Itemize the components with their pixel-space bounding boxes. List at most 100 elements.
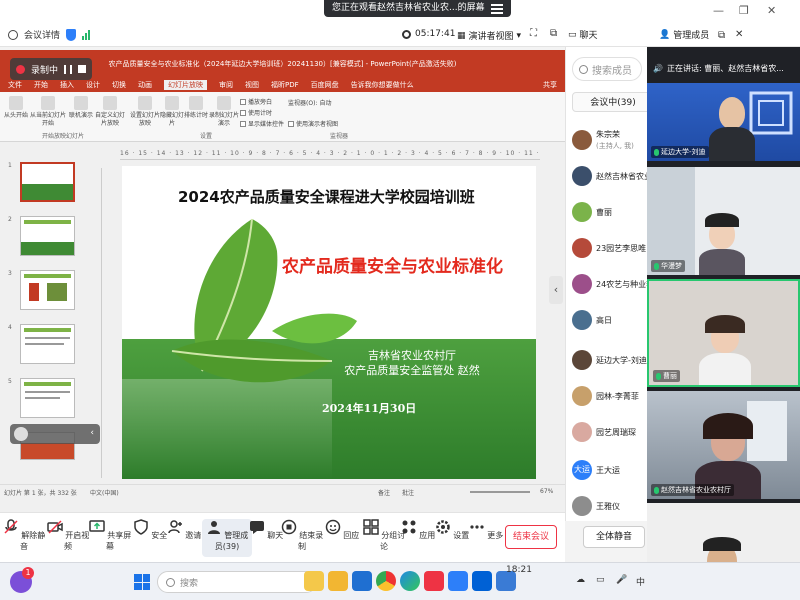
invite-button[interactable]: 邀请	[162, 519, 206, 541]
slide-thumbnail-5[interactable]	[20, 378, 75, 418]
tencent-meeting-icon[interactable]	[472, 571, 492, 591]
tell-me-box[interactable]: 告诉我你想要做什么	[351, 80, 414, 90]
more-button[interactable]: 更多	[464, 519, 508, 541]
participant-row[interactable]: 园林-李菁菲	[572, 381, 652, 411]
participant-row[interactable]: 园艺周瑞琛	[572, 417, 652, 447]
store-icon[interactable]	[352, 571, 372, 591]
video-tile[interactable]: 赵然吉林省农业农村厅	[647, 391, 800, 499]
chevron-left-icon[interactable]: ‹	[90, 428, 94, 438]
ppt-share-button[interactable]: 共享	[543, 80, 557, 90]
network-signal-icon[interactable]	[82, 29, 91, 40]
edge-icon[interactable]	[400, 571, 420, 591]
windows-start-icon[interactable]	[134, 574, 150, 590]
from-current-button[interactable]: 从当前幻灯片开始	[28, 96, 68, 128]
photos-icon[interactable]	[448, 571, 468, 591]
pin-icon[interactable]: ⧉	[550, 28, 557, 39]
floating-video-pill[interactable]: ‹	[10, 424, 100, 444]
video-tile[interactable]: 延边大学-刘迪	[647, 83, 800, 161]
ribbon-tab[interactable]: 切换	[112, 80, 126, 90]
zoom-level[interactable]: 67%	[540, 488, 553, 495]
monitor-select[interactable]: 监视器(O): 自动	[288, 98, 331, 107]
close-icon[interactable]: ✕	[767, 4, 776, 17]
presenter-view-check[interactable]: 使用演示者视图	[288, 119, 338, 128]
comments-button[interactable]: 批注	[402, 488, 414, 497]
minimize-icon[interactable]: —	[713, 4, 724, 17]
taskbar-search-input[interactable]: 搜索	[157, 571, 317, 593]
rehearse-button[interactable]: 排练计时	[184, 96, 208, 120]
slide-thumbnail-1[interactable]	[20, 162, 75, 202]
ribbon-tab[interactable]: 插入	[60, 80, 74, 90]
popout-icon[interactable]: ⧉	[718, 30, 725, 41]
slide-thumbnail-2[interactable]	[20, 216, 75, 256]
screen-share-banner[interactable]: 您正在观看赵然吉林省农业农...的屏幕	[324, 0, 511, 17]
ribbon-tab[interactable]: 福昕PDF	[271, 80, 299, 90]
zoom-slider[interactable]	[470, 491, 530, 493]
person-body	[699, 353, 751, 385]
windows-taskbar: 1 搜索 18:21 ☁ ▭ 🎤 中	[0, 562, 800, 600]
slide-thumbnail-4[interactable]	[20, 324, 75, 364]
ribbon-tab[interactable]: 视图	[245, 80, 259, 90]
ribbon-tab[interactable]: 开始	[34, 80, 48, 90]
participant-row[interactable]: 23园艺李思唯	[572, 233, 652, 263]
ime-indicator[interactable]: 中	[636, 575, 645, 588]
security-shield-icon[interactable]	[66, 28, 77, 41]
file-explorer-icon[interactable]	[328, 571, 348, 591]
notes-button[interactable]: 备注	[378, 488, 390, 497]
setup-show-button[interactable]: 设置幻灯片放映	[130, 96, 160, 128]
view-mode-dropdown[interactable]: ▦ 演讲者视图 ▾	[457, 29, 521, 43]
start-video-button[interactable]: 开启视频	[46, 519, 90, 552]
member-search-input[interactable]: 搜索成员	[572, 57, 642, 81]
stop-icon[interactable]	[78, 65, 87, 73]
cloud-icon[interactable]: ☁	[576, 575, 585, 585]
ribbon-tab[interactable]: 文件	[8, 80, 22, 90]
ribbon-tab[interactable]: 审阅	[219, 80, 233, 90]
wps-icon[interactable]	[424, 571, 444, 591]
monitor-icon[interactable]: ▭	[596, 575, 605, 585]
participant-row[interactable]: 大运 王大运	[572, 455, 652, 485]
taskbar-time[interactable]: 18:21	[506, 565, 532, 575]
participant-row[interactable]: 高日	[572, 305, 652, 335]
panel-close-icon[interactable]: ✕	[735, 29, 743, 40]
participant-row[interactable]: 延边大学-刘迪	[572, 345, 652, 375]
unmute-button[interactable]: 解除静音	[2, 519, 46, 552]
show-media-check[interactable]: 显示媒体控件	[240, 119, 284, 128]
pause-icon[interactable]	[64, 64, 73, 74]
video-tile-active-speaker[interactable]: 曹丽	[647, 279, 800, 387]
collapse-panel-arrow[interactable]: ‹	[549, 276, 563, 304]
mute-all-button[interactable]: 全体静音	[583, 526, 645, 548]
participant-row[interactable]: 曹丽	[572, 197, 652, 227]
tab-members[interactable]: 👤 管理成员	[659, 28, 709, 42]
taskbar-app-icon[interactable]	[304, 571, 324, 591]
use-timing-check[interactable]: 使用计时	[240, 108, 272, 117]
ribbon-tab[interactable]: 动画	[138, 80, 152, 90]
hide-slide-button[interactable]: 隐藏幻灯片	[160, 96, 184, 128]
recording-pill[interactable]: 录制中	[10, 58, 93, 80]
restore-icon[interactable]: ❐	[739, 4, 749, 17]
meeting-info[interactable]: 会议详情	[8, 28, 91, 41]
chrome-icon[interactable]	[376, 571, 396, 591]
apps-grid-icon	[402, 520, 416, 534]
participant-row[interactable]: 王雅仪	[572, 491, 652, 521]
from-start-button[interactable]: 从头开始	[4, 96, 28, 120]
play-narration-check[interactable]: 播放旁白	[240, 97, 272, 106]
video-tile[interactable]: 华漫梦	[647, 167, 800, 275]
participant-row[interactable]: 24农艺与种业李静	[572, 269, 652, 299]
menu-icon[interactable]	[490, 3, 503, 14]
participant-row[interactable]: 赵然吉林省农业农村厅	[572, 161, 652, 191]
online-present-button[interactable]: 联机演示	[68, 96, 94, 120]
mic-icon[interactable]: 🎤	[616, 575, 627, 585]
ribbon-tab[interactable]: 设计	[86, 80, 100, 90]
ribbon-tab[interactable]: 百度网盘	[311, 80, 339, 90]
custom-show-button[interactable]: 自定义幻灯片放映	[94, 96, 126, 128]
record-show-button[interactable]: 录制幻灯片演示	[208, 96, 240, 128]
share-screen-button[interactable]: 共享屏幕	[88, 519, 132, 552]
tab-chat[interactable]: ▭ 聊天	[568, 28, 598, 42]
end-meeting-button[interactable]: 结束会议	[505, 525, 557, 549]
slide-thumbnail-3[interactable]	[20, 270, 75, 310]
participant-row[interactable]: 朱宗荣 (主持人, 我)	[572, 125, 652, 155]
fullscreen-icon[interactable]: ⛶	[530, 28, 537, 39]
in-meeting-count[interactable]: 会议中(39)	[572, 92, 654, 112]
stop-recording-button[interactable]: 结束录制	[280, 519, 324, 552]
ribbon-tab-active[interactable]: 幻灯片放映	[164, 80, 207, 90]
reactions-button[interactable]: 回应	[320, 519, 364, 541]
